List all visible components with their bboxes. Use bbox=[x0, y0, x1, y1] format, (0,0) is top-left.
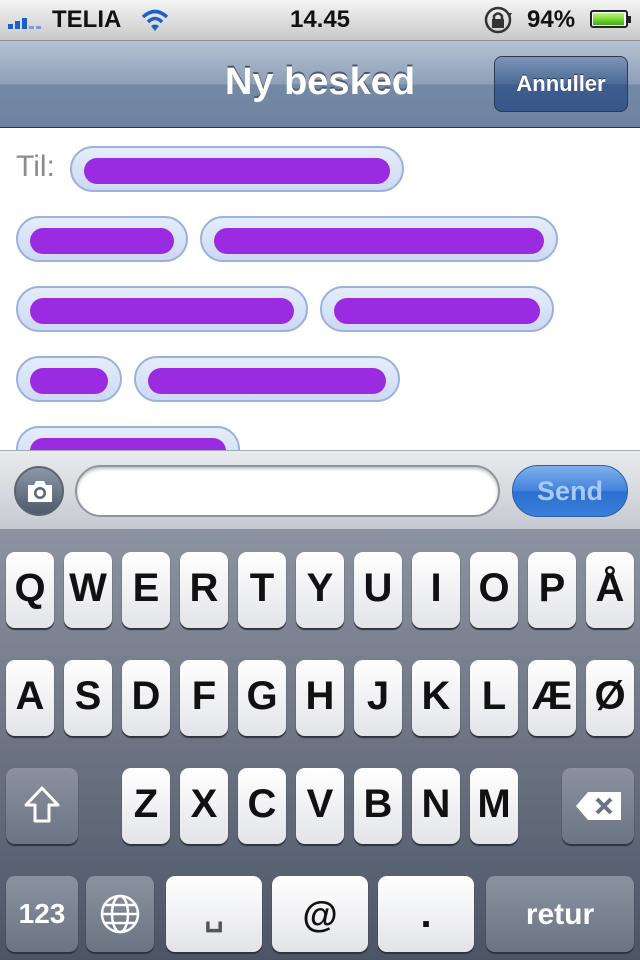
key-label: Q bbox=[14, 566, 46, 610]
key-label: U bbox=[363, 566, 393, 610]
key-label: J bbox=[366, 674, 390, 718]
key-i[interactable]: I bbox=[412, 552, 460, 628]
redaction-bar bbox=[30, 368, 108, 394]
backspace-icon bbox=[576, 792, 621, 820]
key-m[interactable]: M bbox=[470, 768, 518, 844]
key-label: W bbox=[69, 566, 107, 610]
globe-icon bbox=[100, 894, 140, 934]
recipient-chip[interactable] bbox=[320, 286, 554, 332]
key-u[interactable]: U bbox=[354, 552, 402, 628]
key-label: P bbox=[538, 566, 566, 610]
key-label: Æ bbox=[532, 674, 572, 718]
key-w[interactable]: W bbox=[64, 552, 112, 628]
space-key[interactable]: ␣ bbox=[166, 876, 262, 952]
key-label: A bbox=[15, 674, 45, 718]
key-label: I bbox=[430, 566, 442, 610]
at-key[interactable]: @ bbox=[272, 876, 368, 952]
key-label: M bbox=[477, 782, 511, 826]
backspace-key[interactable] bbox=[562, 768, 634, 844]
key-r[interactable]: R bbox=[180, 552, 228, 628]
period-key[interactable]: . bbox=[378, 876, 474, 952]
redaction-bar bbox=[30, 438, 226, 450]
recipient-chip[interactable] bbox=[16, 216, 188, 262]
camera-icon bbox=[28, 481, 52, 502]
redaction-bar bbox=[84, 158, 390, 184]
key-label: B bbox=[363, 782, 393, 826]
message-input[interactable] bbox=[75, 465, 500, 517]
key-d[interactable]: D bbox=[122, 660, 170, 736]
recipient-chip[interactable] bbox=[16, 286, 308, 332]
key-label: G bbox=[246, 674, 278, 718]
key-label: D bbox=[131, 674, 161, 718]
key-ø[interactable]: Ø bbox=[586, 660, 634, 736]
key-o[interactable]: O bbox=[470, 552, 518, 628]
key-label: Z bbox=[133, 782, 159, 826]
key-y[interactable]: Y bbox=[296, 552, 344, 628]
key-q[interactable]: Q bbox=[6, 552, 54, 628]
key-æ[interactable]: Æ bbox=[528, 660, 576, 736]
key-label: N bbox=[421, 782, 451, 826]
compose-bar: Send bbox=[0, 450, 640, 530]
redaction-bar bbox=[30, 298, 294, 324]
key-label: S bbox=[74, 674, 102, 718]
redaction-bar bbox=[334, 298, 540, 324]
numbers-key[interactable]: 123 bbox=[6, 876, 78, 952]
recipient-chip[interactable] bbox=[134, 356, 400, 402]
redaction-bar bbox=[148, 368, 386, 394]
cancel-button[interactable]: Annuller bbox=[494, 56, 628, 112]
key-label: E bbox=[132, 566, 160, 610]
key-label: H bbox=[305, 674, 335, 718]
shift-key[interactable] bbox=[6, 768, 78, 844]
key-å[interactable]: Å bbox=[586, 552, 634, 628]
key-label: V bbox=[306, 782, 334, 826]
key-f[interactable]: F bbox=[180, 660, 228, 736]
key-g[interactable]: G bbox=[238, 660, 286, 736]
key-label: F bbox=[191, 674, 217, 718]
key-label: L bbox=[481, 674, 507, 718]
key-label: Å bbox=[595, 566, 625, 610]
key-k[interactable]: K bbox=[412, 660, 460, 736]
key-a[interactable]: A bbox=[6, 660, 54, 736]
key-label: Y bbox=[306, 566, 334, 610]
send-button[interactable]: Send bbox=[512, 465, 628, 517]
key-h[interactable]: H bbox=[296, 660, 344, 736]
battery-percentage: 94% bbox=[527, 6, 576, 33]
recipient-chip[interactable] bbox=[16, 356, 122, 402]
key-z[interactable]: Z bbox=[122, 768, 170, 844]
globe-key[interactable] bbox=[86, 876, 154, 952]
redaction-bar bbox=[214, 228, 544, 254]
key-label: R bbox=[189, 566, 219, 610]
recipients-field[interactable]: Til: bbox=[0, 128, 640, 450]
battery-icon bbox=[590, 10, 631, 28]
recipient-chip[interactable] bbox=[70, 146, 404, 192]
key-v[interactable]: V bbox=[296, 768, 344, 844]
shift-arrow-icon bbox=[24, 786, 60, 823]
redaction-bar bbox=[30, 228, 174, 254]
key-e[interactable]: E bbox=[122, 552, 170, 628]
navigation-bar: Ny besked Annuller bbox=[0, 41, 640, 128]
key-p[interactable]: P bbox=[528, 552, 576, 628]
return-key[interactable]: retur bbox=[486, 876, 634, 952]
camera-button[interactable] bbox=[14, 466, 64, 516]
key-label: O bbox=[478, 566, 510, 610]
to-label: Til: bbox=[16, 150, 55, 183]
key-c[interactable]: C bbox=[238, 768, 286, 844]
key-b[interactable]: B bbox=[354, 768, 402, 844]
key-n[interactable]: N bbox=[412, 768, 460, 844]
status-bar: TELIA 14.45 94% bbox=[0, 0, 640, 41]
recipient-chip[interactable] bbox=[200, 216, 558, 262]
key-label: T bbox=[249, 566, 275, 610]
key-label: C bbox=[247, 782, 277, 826]
keyboard: 123 ␣ @ . retur QWERTYUIOPÅ ASDFGHJKLÆØ ZX… bbox=[0, 529, 640, 960]
key-label: K bbox=[421, 674, 451, 718]
key-t[interactable]: T bbox=[238, 552, 286, 628]
key-l[interactable]: L bbox=[470, 660, 518, 736]
key-label: Ø bbox=[594, 674, 626, 718]
key-x[interactable]: X bbox=[180, 768, 228, 844]
key-label: X bbox=[190, 782, 218, 826]
key-s[interactable]: S bbox=[64, 660, 112, 736]
rotation-lock-icon bbox=[484, 6, 512, 34]
key-j[interactable]: J bbox=[354, 660, 402, 736]
recipient-chip[interactable] bbox=[16, 426, 240, 450]
